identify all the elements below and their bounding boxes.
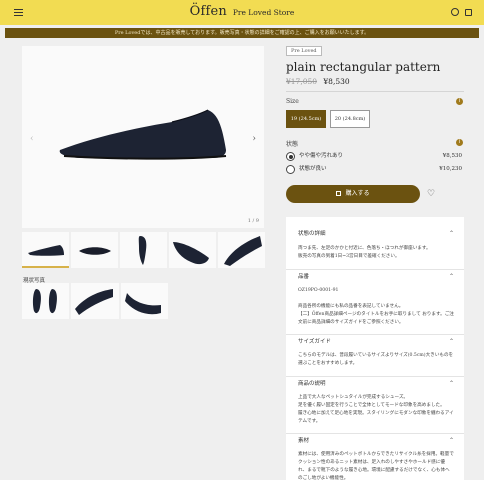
store-brand[interactable]: Öffen Pre Loved Store (0, 4, 484, 19)
condition-label: 状態 (286, 141, 299, 148)
thumbnail-strip (22, 232, 265, 268)
store-logo: Öffen (189, 4, 227, 19)
next-image-arrow[interactable]: › (252, 134, 256, 144)
accordion-title: サイズガイド (298, 339, 331, 345)
size-option-19[interactable]: 19 (24.5cm) (286, 110, 326, 128)
accordion-body: こちらのモデルは、普段履いているサイズよりサイズ(0.5cm)大きいものを選ぶこ… (298, 353, 454, 366)
image-counter: 1 / 9 (247, 218, 259, 224)
thumbnail-5[interactable] (218, 232, 265, 268)
actual-photo-3[interactable] (120, 283, 168, 319)
divider (286, 91, 464, 92)
accordion-size-guide[interactable]: サイズガイド ⌃ (286, 334, 464, 348)
thumbnail-1[interactable] (22, 232, 69, 268)
condition-info-icon[interactable]: i (456, 139, 463, 146)
accordion-title: 状態の詳細 (298, 231, 326, 237)
product-details-accordion: 状態の詳細 ⌃ 両つま先、左足のかかと付近に、色落ち・ほつれが御座います。 販売… (286, 217, 464, 480)
actual-photos-strip (22, 283, 168, 319)
size-label: Size (286, 98, 299, 105)
accordion-product-number[interactable]: 品番 ⌃ (286, 269, 464, 283)
chevron-up-icon: ⌃ (448, 437, 454, 444)
accordion-title: 素材 (298, 438, 310, 444)
shoe-side-view-image (59, 109, 227, 160)
top-bar: Öffen Pre Loved Store (0, 0, 484, 25)
radio-selected[interactable] (286, 152, 295, 161)
shopping-bag-icon (336, 191, 342, 196)
notice-banner: Pre Lovedでは、中古品を販売しております。販売写真・状態の詳細をご確認の… (5, 28, 479, 38)
store-name: Pre Loved Store (232, 8, 295, 17)
chevron-up-icon: ⌃ (448, 230, 454, 237)
favorite-heart-icon[interactable]: ♡ (427, 189, 435, 199)
accordion-body: 素材には、使用済みのペットボトルからできたリサイクル糸を採用。軽量でクッション性… (298, 452, 454, 480)
accordion-material[interactable]: 素材 ⌃ (286, 433, 464, 447)
sale-price: ¥8,530 (323, 77, 350, 86)
buy-button-label: 購入する (345, 190, 370, 197)
price-row: ¥17,050 ¥8,530 (286, 77, 350, 86)
actual-photo-2[interactable] (71, 283, 119, 319)
size-option-20[interactable]: 20 (24.8cm) (330, 110, 370, 128)
buy-button[interactable]: 購入する (286, 185, 420, 203)
user-account-icon[interactable] (451, 8, 459, 16)
condition-option-2[interactable]: 状態が良い ¥10,230 (286, 165, 464, 177)
cart-icon[interactable] (465, 9, 472, 16)
accordion-title: 品番 (298, 274, 310, 280)
accordion-body: 上品で大人なペットシュタイルが完成するシューズ。 足を優く履い固定を行うことで全… (298, 395, 454, 424)
size-info-icon[interactable]: i (456, 98, 463, 105)
condition-price: ¥10,230 (439, 166, 462, 172)
accordion-title: 商品の説明 (298, 381, 326, 387)
radio-unselected[interactable] (286, 165, 295, 174)
main-product-image[interactable]: ‹ › 1 / 9 (22, 46, 264, 228)
accordion-description[interactable]: 商品の説明 ⌃ (286, 376, 464, 390)
chevron-up-icon: ⌃ (448, 338, 454, 345)
accordion-body: 両つま先、左足のかかと付近に、色落ち・ほつれが御座います。 販売の写真の到着1日… (298, 246, 431, 259)
condition-option-1[interactable]: やや傷や汚れあり ¥8,530 (286, 152, 464, 164)
original-price: ¥17,050 (286, 77, 318, 86)
actual-photo-1[interactable] (22, 283, 70, 319)
condition-name: 状態が良い (299, 166, 327, 172)
thumbnail-3[interactable] (120, 232, 167, 268)
thumbnail-4[interactable] (169, 232, 216, 268)
accordion-body: OZ19PO-0001-91 商品各所の機能にも私の品番を表記していません。 【… (298, 288, 454, 325)
accordion-condition-details[interactable]: 状態の詳細 ⌃ (286, 227, 464, 241)
prev-image-arrow[interactable]: ‹ (30, 134, 34, 144)
condition-price: ¥8,530 (442, 153, 462, 159)
thumbnail-2[interactable] (71, 232, 118, 268)
product-title: plain rectangular pattern (286, 60, 441, 74)
chevron-up-icon: ⌃ (448, 380, 454, 387)
condition-name: やや傷や汚れあり (299, 153, 344, 159)
pre-loved-badge: Pre Loved (286, 46, 322, 56)
chevron-up-icon: ⌃ (448, 273, 454, 280)
